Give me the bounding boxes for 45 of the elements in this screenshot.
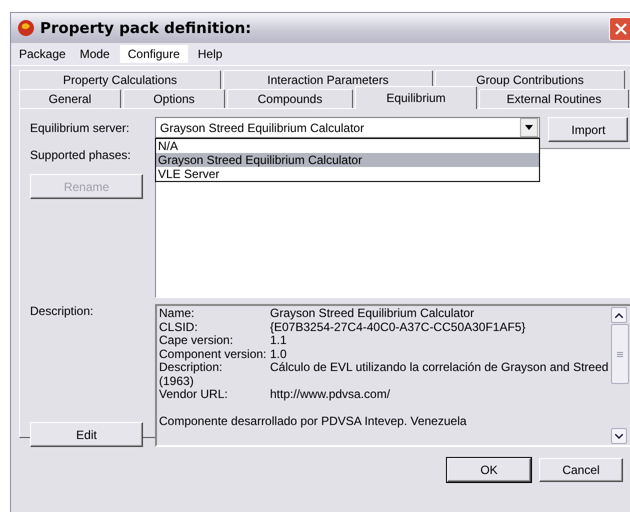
- dialog-button[interactable]: OK: [447, 458, 531, 482]
- dialog-button[interactable]: Cancel: [539, 458, 623, 482]
- field-label: Supported phases:: [30, 148, 132, 162]
- menu-item[interactable]: Configure: [120, 45, 188, 63]
- dropdown-option[interactable]: VLE Server: [156, 167, 540, 181]
- info-value: Grayson Streed Equilibrium Calculator: [270, 307, 474, 320]
- dropdown-option[interactable]: Grayson Streed Equilibrium Calculator: [156, 153, 540, 167]
- info-value: http://www.pdvsa.com/: [270, 388, 390, 402]
- scroll-up-button[interactable]: [611, 307, 628, 323]
- chevron-down-icon: [615, 434, 624, 438]
- menu-item[interactable]: Package: [15, 45, 70, 63]
- import-button[interactable]: Import: [548, 117, 628, 142]
- info-value: 1.0: [270, 348, 287, 361]
- edit-button[interactable]: Edit: [30, 422, 143, 447]
- info-text: Componente desarrollado por PDVSA Intevep. Venezuela: [159, 415, 467, 428]
- tab[interactable]: Interaction Parameters: [223, 70, 433, 89]
- info-text: (1963): [159, 374, 194, 388]
- field-label: Equilibrium server:: [30, 120, 130, 137]
- dropdown-option[interactable]: N/A: [156, 139, 540, 153]
- tab[interactable]: External Routines: [479, 89, 629, 109]
- close-icon: [615, 23, 627, 35]
- tab[interactable]: Property Calculations: [19, 70, 221, 89]
- info-label: Vendor URL:: [159, 388, 229, 402]
- info-label: Cape version:: [159, 334, 234, 348]
- info-value: Cálculo de EVL utilizando la correlación de Grayson and Streed: [270, 361, 608, 374]
- info-label: Description:: [159, 361, 224, 374]
- tab[interactable]: Compounds: [227, 89, 353, 109]
- chevron-up-icon: [615, 312, 624, 318]
- tab[interactable]: Options: [123, 89, 225, 109]
- tab[interactable]: Equilibrium: [355, 86, 477, 109]
- field-label: Description:: [30, 304, 94, 318]
- info-value: {E07B3254-27C4-40C0-A37C-CC50A30F1AF5}: [270, 320, 526, 334]
- window-title: Property pack definition:: [40, 19, 252, 37]
- info-value: 1.1: [270, 334, 287, 348]
- scrollbar-thumb[interactable]: [611, 324, 630, 384]
- info-label: CLSID:: [159, 320, 199, 334]
- menu-item[interactable]: Mode: [76, 45, 114, 63]
- tab[interactable]: General: [19, 89, 121, 109]
- tab[interactable]: Group Contributions: [435, 70, 625, 89]
- app-icon: [17, 19, 35, 37]
- menu-item[interactable]: Help: [194, 45, 226, 63]
- scroll-down-button[interactable]: [611, 428, 628, 444]
- info-label: Component version:: [159, 348, 268, 361]
- close-button[interactable]: [609, 17, 630, 41]
- info-label: Name:: [159, 307, 196, 320]
